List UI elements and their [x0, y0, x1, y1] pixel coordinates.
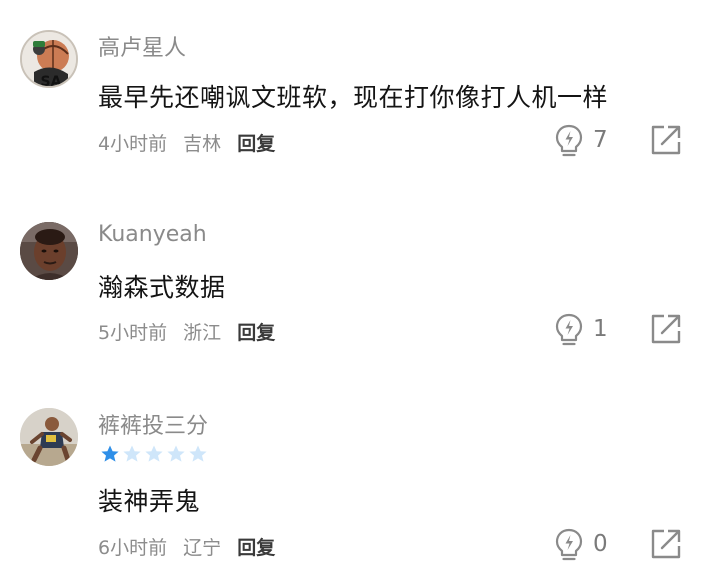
comment-meta: 5小时前 浙江 回复 — [98, 318, 285, 345]
star-icon — [123, 445, 141, 462]
star-icon — [101, 445, 119, 462]
username[interactable]: 高卢星人 — [98, 30, 186, 62]
share-external-icon — [651, 529, 681, 559]
comment-location: 吉林 — [183, 133, 222, 155]
share-external-icon — [651, 125, 681, 155]
player-portrait-avatar-icon — [20, 222, 78, 280]
like-button[interactable] — [551, 122, 587, 158]
avatar[interactable]: SA — [20, 30, 78, 88]
comment-time: 6小时前 — [98, 537, 168, 559]
star-icon — [167, 445, 185, 462]
lightbulb-lightning-icon — [555, 124, 583, 157]
share-button[interactable] — [648, 122, 684, 158]
share-button[interactable] — [648, 311, 684, 347]
comment-location: 浙江 — [183, 322, 222, 344]
basketball-player-avatar-icon: SA — [22, 32, 76, 88]
like-button[interactable] — [551, 311, 587, 347]
star-icon — [189, 445, 207, 462]
lightbulb-lightning-icon — [555, 313, 583, 346]
player-action-avatar-icon — [20, 408, 78, 466]
share-button[interactable] — [648, 526, 684, 562]
reply-button[interactable]: 回复 — [237, 322, 275, 344]
username[interactable]: 裤裤投三分 — [98, 408, 208, 440]
username[interactable]: Kuanyeah — [98, 222, 207, 247]
comment-meta: 4小时前 吉林 回复 — [98, 129, 285, 156]
comment-text: 瀚森式数据 — [98, 273, 226, 302]
like-count: 7 — [593, 127, 608, 153]
like-button[interactable] — [551, 526, 587, 562]
avatar[interactable] — [20, 222, 78, 280]
share-external-icon — [651, 314, 681, 344]
star-icon — [145, 445, 163, 462]
reply-button[interactable]: 回复 — [237, 537, 275, 559]
avatar[interactable] — [20, 408, 78, 466]
comment-meta: 6小时前 辽宁 回复 — [98, 533, 285, 560]
lightbulb-lightning-icon — [555, 528, 583, 561]
comment-time: 5小时前 — [98, 322, 168, 344]
comment-location: 辽宁 — [183, 537, 222, 559]
star-rating — [100, 444, 210, 464]
like-count: 0 — [593, 531, 608, 557]
comment-text: 装神弄鬼 — [98, 487, 201, 516]
comment-text: 最早先还嘲讽文班软，现在打你像打人机一样 — [98, 83, 609, 112]
comment-time: 4小时前 — [98, 133, 168, 155]
like-count: 1 — [593, 316, 608, 342]
svg-text:SA: SA — [41, 74, 62, 88]
reply-button[interactable]: 回复 — [237, 133, 275, 155]
